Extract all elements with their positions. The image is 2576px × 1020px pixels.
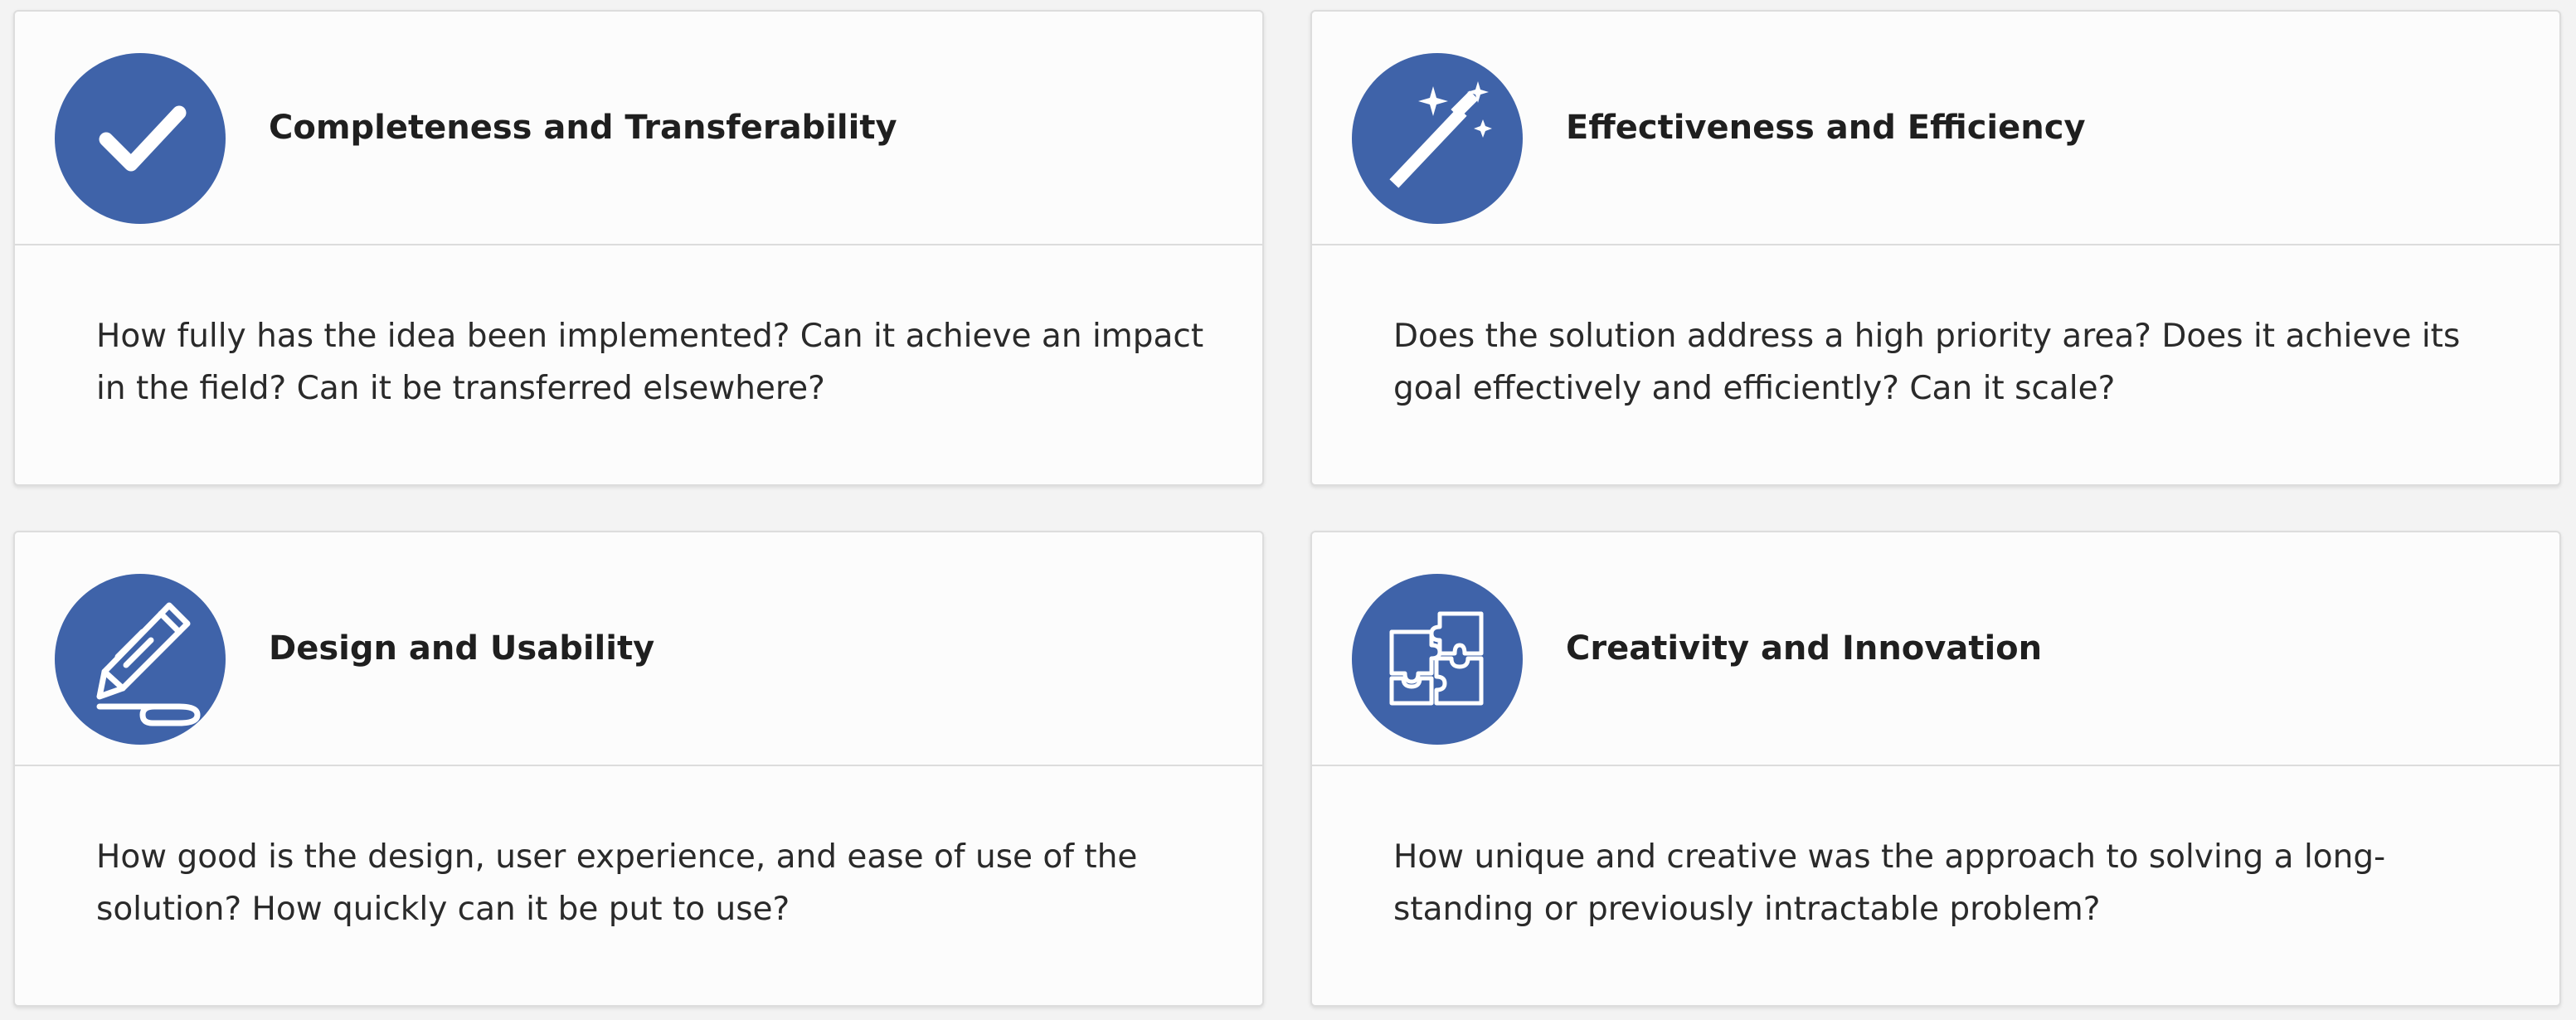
checkmark-icon (55, 53, 226, 224)
criteria-card-completeness: Completeness and Transferability How ful… (13, 10, 1264, 486)
magic-wand-icon (1352, 53, 1523, 224)
criteria-card-effectiveness: Effectiveness and Efficiency Does the so… (1310, 10, 2561, 486)
card-description: How fully has the idea been implemented?… (96, 318, 1204, 407)
card-title: Effectiveness and Efficiency (1566, 109, 2086, 147)
card-title: Design and Usability (269, 629, 655, 668)
pencil-icon (55, 574, 226, 745)
card-description: How good is the design, user experience,… (96, 838, 1138, 928)
card-header: Effectiveness and Efficiency (1312, 12, 2559, 245)
card-description: How unique and creative was the approach… (1393, 838, 2386, 928)
card-description: Does the solution address a high priorit… (1393, 318, 2461, 407)
card-title: Creativity and Innovation (1566, 629, 2043, 668)
card-title: Completeness and Transferability (269, 109, 897, 147)
card-header: Design and Usability (15, 532, 1262, 766)
criteria-card-design: Design and Usability How good is the des… (13, 531, 1264, 1007)
criteria-card-creativity: Creativity and Innovation How unique and… (1310, 531, 2561, 1007)
card-header: Completeness and Transferability (15, 12, 1262, 245)
card-header: Creativity and Innovation (1312, 532, 2559, 766)
puzzle-icon (1352, 574, 1523, 745)
